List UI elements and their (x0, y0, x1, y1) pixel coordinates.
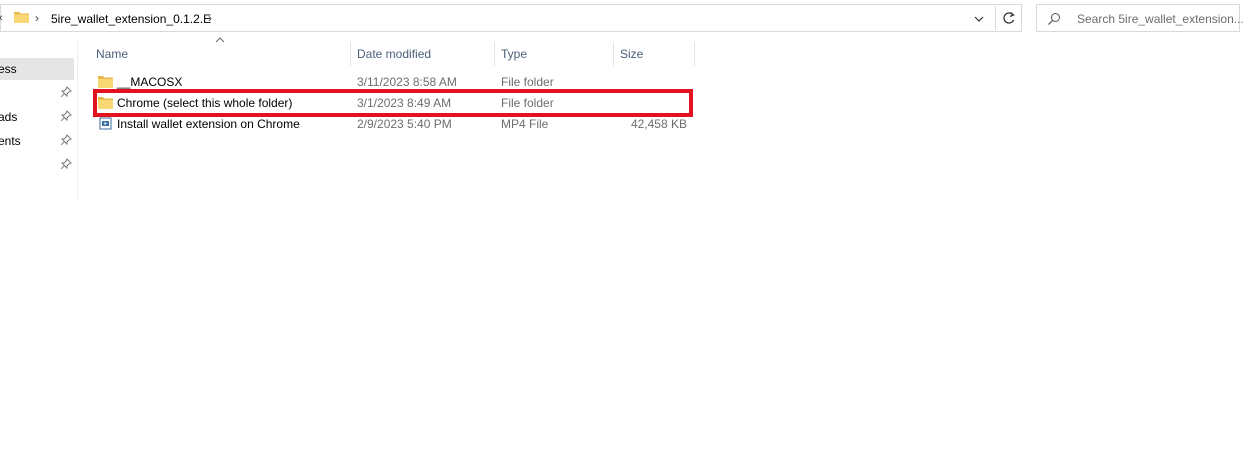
folder-icon (14, 12, 29, 23)
file-name[interactable]: Install wallet extension on Chrome (117, 117, 300, 131)
column-header-label: Size (620, 47, 644, 61)
file-date: 3/1/2023 8:49 AM (357, 96, 452, 110)
navigation-pane: ess ads ents (0, 40, 78, 200)
nav-item-quick-access[interactable]: ess (0, 58, 74, 80)
refresh-button[interactable] (995, 6, 1021, 30)
folder-icon (98, 76, 113, 88)
file-date: 3/11/2023 8:58 AM (357, 75, 457, 89)
column-header-size[interactable]: Size (614, 44, 694, 66)
column-header-label: Date modified (357, 47, 432, 61)
column-header-label: Name (96, 47, 129, 61)
search-box[interactable]: Search 5ire_wallet_extension... (1036, 4, 1244, 32)
file-type: File folder (501, 96, 554, 110)
column-header-name[interactable]: Name (90, 44, 350, 66)
column-header-type[interactable]: Type (495, 44, 613, 66)
breadcrumb-folder[interactable]: 5ire_wallet_extension_0.1.2.E (51, 12, 211, 26)
pin-icon[interactable] (60, 110, 72, 122)
column-divider[interactable] (694, 42, 695, 66)
chevron-left-icon: ‹ (0, 12, 3, 24)
nav-item-pictures[interactable] (0, 154, 74, 176)
pin-icon[interactable] (60, 158, 72, 170)
chevron-down-icon[interactable] (969, 9, 989, 29)
column-header-date-modified[interactable]: Date modified (351, 44, 494, 66)
nav-item-label: ents (0, 134, 21, 148)
search-input[interactable]: Search 5ire_wallet_extension... (1077, 12, 1244, 26)
search-icon (1048, 13, 1060, 25)
file-row[interactable]: Install wallet extension on Chrome 2/9/2… (95, 114, 695, 135)
file-name[interactable]: __MACOSX (117, 75, 182, 89)
file-type: MP4 File (501, 117, 549, 131)
file-row[interactable]: __MACOSX 3/11/2023 8:58 AM File folder (95, 72, 695, 93)
file-date: 2/9/2023 5:40 PM (357, 117, 452, 131)
folder-icon (98, 97, 113, 109)
nav-item-desktop[interactable] (0, 82, 74, 104)
nav-item-documents[interactable]: ents (0, 130, 74, 152)
video-file-icon (99, 117, 112, 130)
nav-item-label: ads (0, 110, 18, 124)
file-type: File folder (501, 75, 554, 89)
file-row[interactable]: Chrome (select this whole folder) 3/1/20… (95, 93, 695, 114)
pane-divider[interactable] (77, 40, 78, 200)
pin-icon[interactable] (60, 86, 72, 98)
refresh-icon (1003, 12, 1015, 24)
nav-item-downloads[interactable]: ads (0, 106, 74, 128)
file-size: 42,458 KB (630, 117, 687, 131)
file-name[interactable]: Chrome (select this whole folder) (117, 96, 292, 110)
chevron-right-icon[interactable]: › (208, 11, 212, 25)
column-header-label: Type (501, 47, 528, 61)
nav-item-label: ess (0, 62, 17, 76)
chevron-right-icon[interactable]: › (35, 11, 39, 25)
sort-ascending-icon (215, 37, 225, 43)
pin-icon[interactable] (60, 134, 72, 146)
address-bar[interactable]: ‹ › 5ire_wallet_extension_0.1.2.E › (0, 4, 1022, 32)
